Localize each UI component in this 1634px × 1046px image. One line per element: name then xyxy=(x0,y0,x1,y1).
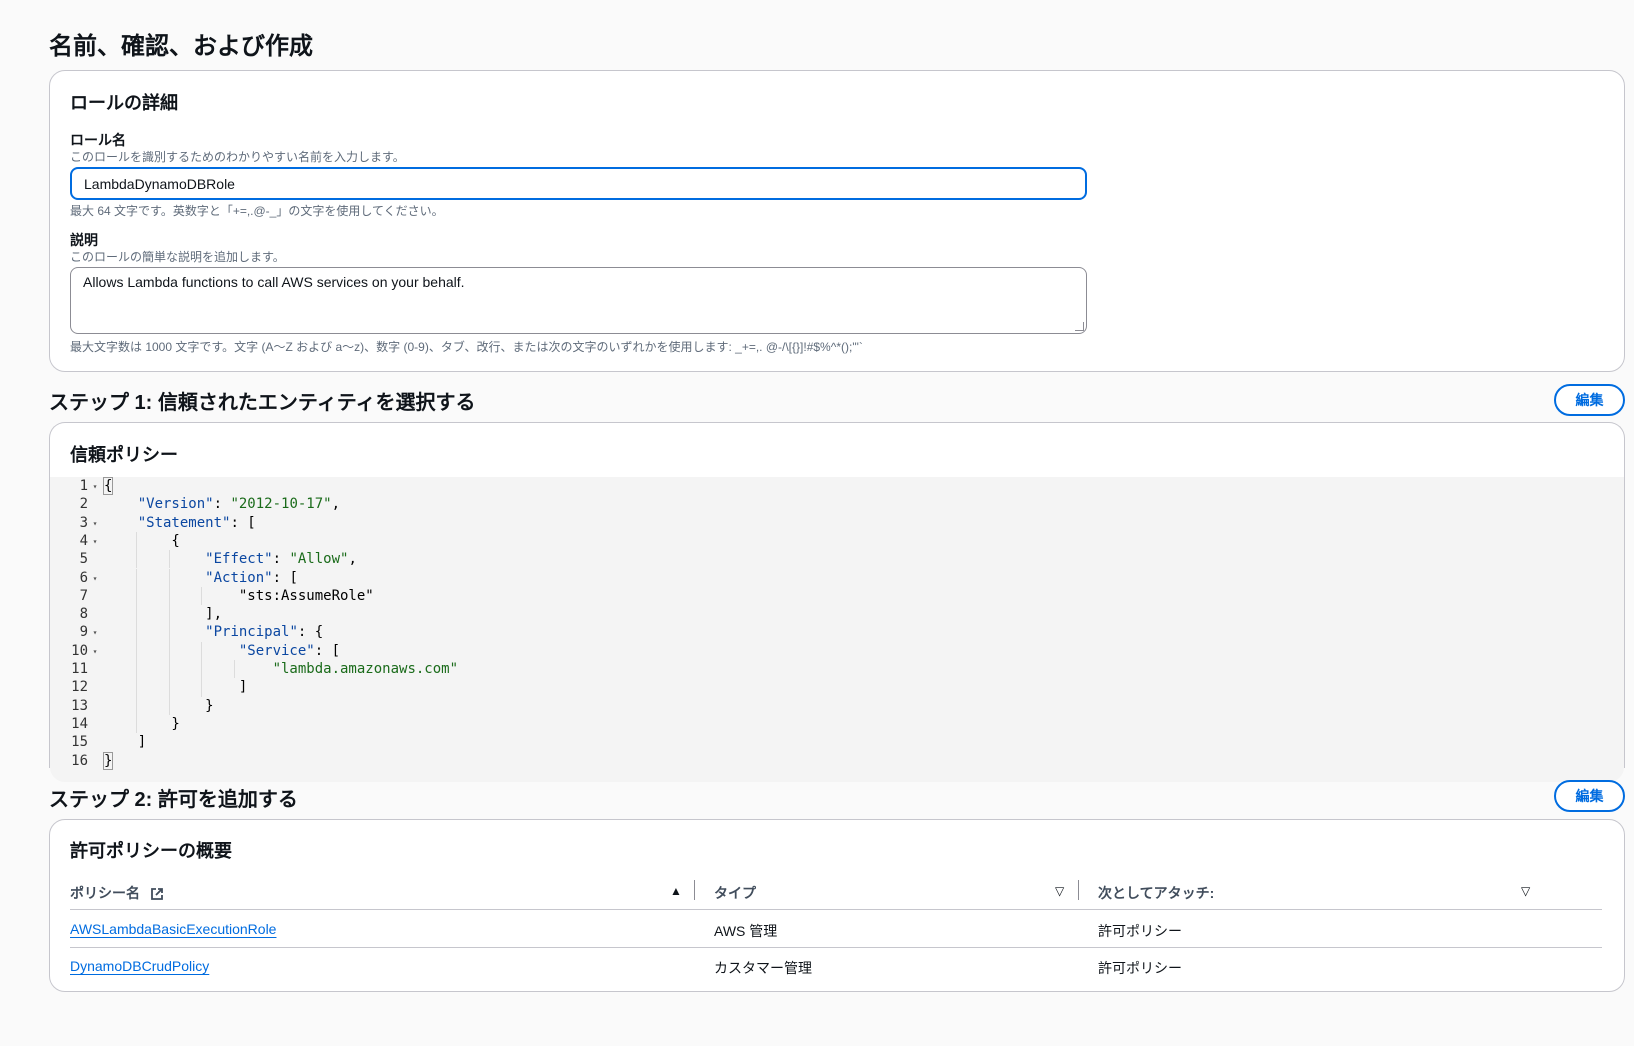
trust-policy-code-editor[interactable]: 1 ▾{2 "Version": "2012-10-17", 3 ▾ "Stateme… xyxy=(50,477,1624,782)
external-link-icon xyxy=(150,888,163,901)
role-details-card: ロールの詳細 ロール名 このロールを識別するためのわかりやすい名前を入力します。… xyxy=(49,70,1625,372)
step2-edit-button[interactable]: 編集 xyxy=(1554,780,1625,812)
trust-policy-card: 信頼ポリシー 1 ▾{2 "Version": "2012-10-17", 3 ▾ "… xyxy=(49,422,1625,782)
code-text: "Action": [ xyxy=(205,569,298,586)
code-line: 16} xyxy=(50,751,1624,771)
fold-arrow-icon[interactable]: ▾ xyxy=(90,569,100,588)
step2-heading: ステップ 2: 許可を追加する xyxy=(49,789,298,811)
code-line: 12 ] xyxy=(50,678,1624,697)
policy-type: AWS 管理 xyxy=(714,923,778,939)
fold-arrow-icon[interactable]: ▾ xyxy=(90,532,100,551)
code-line: 3 ▾ "Statement": [ xyxy=(50,514,1624,533)
column-header-policy-name[interactable]: ポリシー名 xyxy=(70,883,164,903)
role-details-title: ロールの詳細 xyxy=(70,93,178,113)
role-name-constraint: 最大 64 文字です。英数字と「+=,.@-_」の文字を使用してください。 xyxy=(70,204,444,218)
line-number: 15 xyxy=(71,734,88,751)
role-name-label: ロール名 xyxy=(70,132,126,148)
fold-arrow-icon[interactable]: ▾ xyxy=(90,642,100,661)
description-description: このロールの簡単な説明を追加します。 xyxy=(70,250,285,264)
column-policy-name-label: ポリシー名 xyxy=(70,885,140,901)
row-divider xyxy=(70,947,1602,948)
code-text: ] xyxy=(104,734,147,751)
code-line: 15 ] xyxy=(50,733,1624,752)
line-number: 11 xyxy=(71,661,88,677)
policy-attach-as: 許可ポリシー xyxy=(1098,923,1182,939)
line-number: 13 xyxy=(71,697,88,714)
role-name-description: このロールを識別するためのわかりやすい名前を入力します。 xyxy=(70,150,405,164)
code-text: } xyxy=(104,715,180,732)
code-line: 6 ▾ "Action": [ xyxy=(50,569,1624,588)
trust-policy-title: 信頼ポリシー xyxy=(70,445,178,465)
code-text: } xyxy=(102,751,114,770)
code-text: "Effect": "Allow", xyxy=(205,551,357,568)
fold-arrow-icon[interactable]: ▾ xyxy=(90,623,100,642)
code-line: 13 } xyxy=(50,697,1624,716)
code-line: 8 ], xyxy=(50,605,1624,624)
sort-descending-icon[interactable]: ▽ xyxy=(1055,884,1064,898)
line-number: 6 xyxy=(79,569,88,586)
line-number: 7 xyxy=(79,587,88,604)
code-text: "sts:AssumeRole" xyxy=(104,587,374,604)
code-text: { xyxy=(104,532,180,549)
line-number: 16 xyxy=(71,752,88,769)
line-number: 3 xyxy=(79,514,88,531)
line-number: 12 xyxy=(71,679,88,696)
header-divider xyxy=(70,909,1602,910)
line-number: 10 xyxy=(71,642,88,659)
column-header-attach-as[interactable]: 次としてアタッチ: xyxy=(1098,883,1214,903)
code-text: ], xyxy=(104,606,223,623)
description-label: 説明 xyxy=(70,232,98,248)
step1-edit-button[interactable]: 編集 xyxy=(1554,384,1625,416)
description-constraint: 最大文字数は 1000 文字です。文字 (A〜Z および a〜z)、数字 (0-… xyxy=(70,340,863,354)
code-text: "Service": [ xyxy=(238,642,341,659)
description-textarea[interactable] xyxy=(70,267,1087,334)
code-line: 7 "sts:AssumeRole" xyxy=(50,587,1624,606)
page-title: 名前、確認、および作成 xyxy=(49,33,313,60)
resize-handle-icon[interactable] xyxy=(1075,322,1084,331)
code-line: 2 "Version": "2012-10-17", xyxy=(50,495,1624,514)
code-text: "lambda.amazonaws.com" xyxy=(272,661,459,677)
code-text: "Statement": [ xyxy=(137,514,256,531)
column-divider[interactable] xyxy=(694,880,695,900)
description-field-wrapper xyxy=(70,267,1087,334)
code-line: 14 } xyxy=(50,715,1624,734)
policy-attach-as: 許可ポリシー xyxy=(1098,960,1182,976)
code-text: ] xyxy=(104,679,248,696)
fold-arrow-icon[interactable]: ▾ xyxy=(90,477,100,496)
column-header-type[interactable]: タイプ xyxy=(714,883,756,903)
permissions-summary-card: 許可ポリシーの概要 ポリシー名 ▲ タイプ ▽ 次としてアタッチ: ▽ AWSL… xyxy=(49,819,1625,992)
code-text: "Principal": { xyxy=(205,624,324,641)
column-divider[interactable] xyxy=(1078,880,1079,900)
fold-arrow-icon[interactable]: ▾ xyxy=(90,514,100,533)
line-number: 9 xyxy=(79,624,88,641)
line-number: 1 xyxy=(79,478,88,494)
sort-descending-icon[interactable]: ▽ xyxy=(1521,884,1530,898)
policy-link[interactable]: DynamoDBCrudPolicy xyxy=(70,958,209,974)
code-line: 9 ▾ "Principal": { xyxy=(50,623,1624,642)
code-line: 4 ▾ { xyxy=(50,532,1624,551)
code-line: 11 "lambda.amazonaws.com" xyxy=(50,660,1624,679)
line-number: 5 xyxy=(79,551,88,568)
line-number: 4 xyxy=(79,532,88,549)
code-line: 5 "Effect": "Allow", xyxy=(50,550,1624,569)
code-line: 1 ▾{ xyxy=(50,477,1624,496)
policy-type: カスタマー管理 xyxy=(714,960,812,976)
step1-heading: ステップ 1: 信頼されたエンティティを選択する xyxy=(49,392,476,414)
line-number: 14 xyxy=(71,715,88,732)
line-number: 2 xyxy=(79,496,88,513)
code-text: "Version": "2012-10-17", xyxy=(137,496,341,513)
role-name-input[interactable] xyxy=(70,167,1087,200)
code-text: } xyxy=(104,697,214,714)
sort-ascending-icon[interactable]: ▲ xyxy=(670,884,682,898)
policy-link[interactable]: AWSLambdaBasicExecutionRole xyxy=(70,921,276,937)
line-number: 8 xyxy=(79,606,88,623)
code-text: { xyxy=(102,477,114,495)
code-line: 10 ▾ "Service": [ xyxy=(50,642,1624,661)
permissions-summary-title: 許可ポリシーの概要 xyxy=(70,841,232,861)
